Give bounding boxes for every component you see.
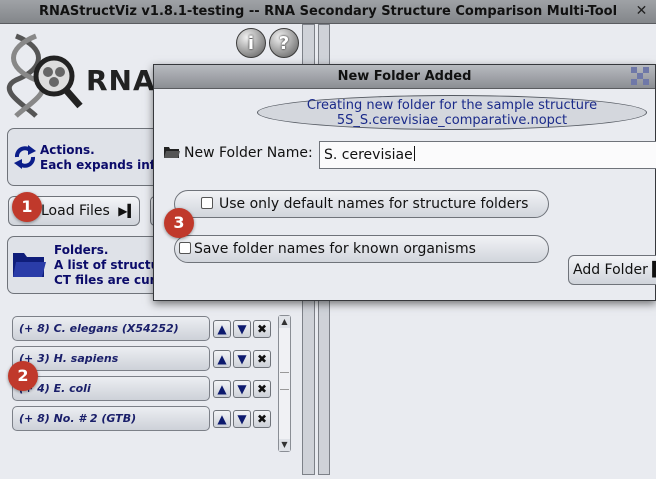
default-names-option[interactable]: Use only default names for structure fol… [174,190,549,218]
folders-description-1: A list of structu [54,258,160,272]
dialog-title: New Folder Added [337,69,472,84]
remove-folder-button[interactable]: ✖ [253,380,271,398]
dialog-corner-pattern-icon [631,67,649,85]
move-up-button[interactable]: ▲ [213,380,231,398]
move-down-button[interactable]: ▼ [233,380,251,398]
info-icon: i [247,33,255,54]
move-down-button[interactable]: ▼ [233,320,251,338]
add-folder-arrow-icon: ▍ [652,262,656,278]
move-up-button[interactable]: ▲ [213,350,231,368]
step-badge-1: 1 [12,192,42,222]
remove-folder-button[interactable]: ✖ [253,320,271,338]
dialog-message-line-2: 5S_S.cerevisiae_comparative.nopct [336,113,568,128]
help-icon: ? [278,33,290,54]
folder-name-label: New Folder Name: [164,145,313,161]
folder-row-label: (+ 8) C. elegans (X54252) [19,322,179,335]
folder-open-icon [164,147,180,158]
actions-heading: Actions. [40,143,95,157]
folders-heading: Folders. [54,243,109,257]
folder-name-value: S. cerevisiae [324,147,413,163]
scroll-up-arrow-icon[interactable]: ▲ [279,316,290,328]
save-names-label: Save folder names for known organisms [194,241,476,257]
folder-name-label-text: New Folder Name: [184,145,313,161]
remove-folder-button[interactable]: ✖ [253,350,271,368]
folders-description-2: CT files are cur [54,273,156,287]
dialog-message: Creating new folder for the sample struc… [257,95,647,130]
info-button[interactable]: i [236,28,266,58]
actions-panel: Actions. Each expands inf [7,128,162,186]
folder-name-input[interactable]: S. cerevisiae [319,141,656,169]
app-title: RNAStructViz v1.8.1-testing -- RNA Secon… [38,4,618,19]
load-files-label: Load Files [41,203,110,219]
step-badge-3: 3 [164,208,194,238]
close-icon[interactable]: ✕ [633,3,650,20]
folder-row[interactable]: (+ 4) E. coli [12,376,210,401]
move-down-button[interactable]: ▼ [233,350,251,368]
app-title-bar: RNAStructViz v1.8.1-testing -- RNA Secon… [0,0,656,24]
move-up-button[interactable]: ▲ [213,410,231,428]
dialog-message-line-1: Creating new folder for the sample struc… [306,98,598,113]
add-folder-label: Add Folder [573,262,648,278]
logo-text: RNA [86,64,156,97]
save-names-checkbox[interactable] [179,242,191,254]
folder-list-scrollbar[interactable]: ▲ ▼ [278,315,291,452]
folders-panel: Folders. A list of structu CT files are … [7,236,162,294]
actions-description: Each expands inf [40,158,156,172]
remove-folder-button[interactable]: ✖ [253,410,271,428]
rna-helix-logo-icon [6,33,83,118]
app-logo: RNA [6,28,156,120]
move-up-button[interactable]: ▲ [213,320,231,338]
folder-row[interactable]: (+ 8) C. elegans (X54252) [12,316,210,341]
refresh-icon [14,145,36,169]
scroll-down-arrow-icon[interactable]: ▼ [279,439,290,451]
folder-row[interactable]: (+ 3) H. sapiens [12,346,210,371]
scroll-grip-icon[interactable] [280,372,289,390]
folder-row-label: (+ 8) No. # 2 (GTB) [19,412,137,425]
default-names-label: Use only default names for structure fol… [219,196,529,212]
default-names-checkbox[interactable] [201,197,213,209]
folder-row[interactable]: (+ 8) No. # 2 (GTB) [12,406,210,431]
move-down-button[interactable]: ▼ [233,410,251,428]
dialog-title-bar[interactable]: New Folder Added [154,65,655,89]
folder-icon [13,253,46,277]
save-names-option[interactable]: Save folder names for known organisms [174,235,549,263]
help-button[interactable]: ? [269,28,299,58]
text-caret [413,146,415,161]
add-folder-button[interactable]: Add Folder ▍ [568,255,656,285]
play-next-icon: ▶▍ [118,204,137,218]
new-folder-dialog: New Folder Added Creating new folder for… [153,64,656,301]
folder-row-label: (+ 3) H. sapiens [19,352,119,365]
step-badge-2: 2 [8,361,38,391]
